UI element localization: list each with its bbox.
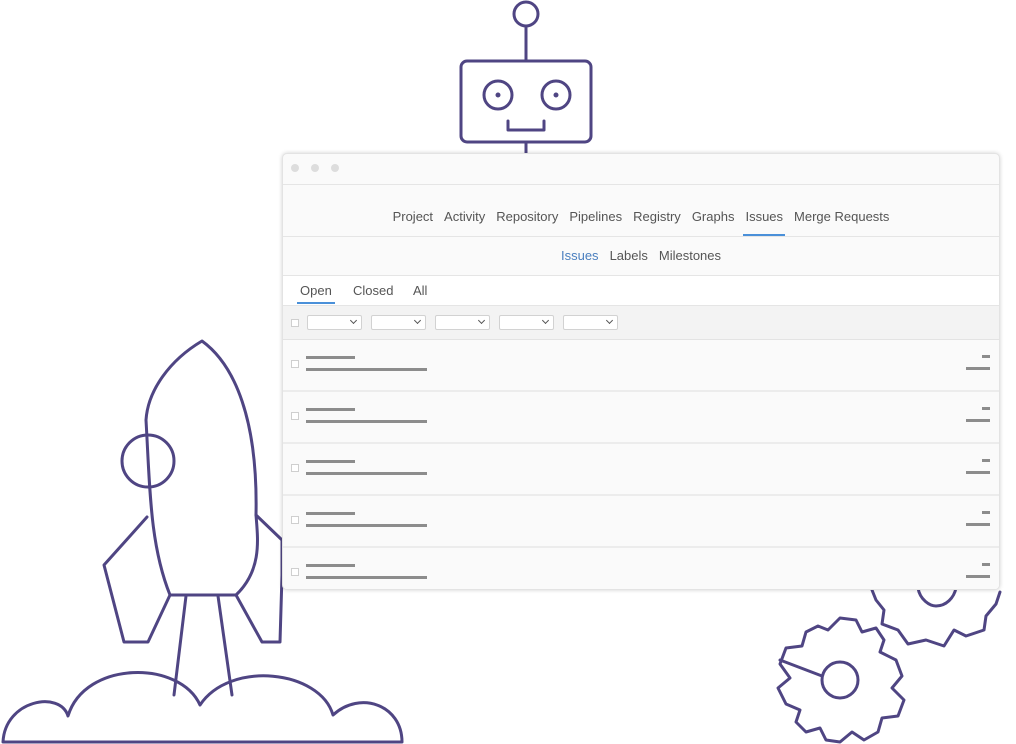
tab-closed[interactable]: Closed (350, 283, 396, 304)
issue-updated-placeholder (966, 419, 990, 422)
issue-updated-placeholder (966, 523, 990, 526)
issue-state-tabs: Open Closed All (283, 276, 999, 306)
nav-item-merge-requests[interactable]: Merge Requests (794, 210, 889, 236)
issue-meta-placeholder (306, 420, 427, 423)
chevron-down-icon (477, 316, 486, 325)
issue-updated-placeholder (966, 575, 990, 578)
window-close-dot[interactable] (291, 164, 299, 172)
chevron-down-icon (413, 316, 422, 325)
issue-count-placeholder (982, 355, 990, 358)
issue-updated-placeholder (966, 471, 990, 474)
issues-subnav: Issues Labels Milestones (283, 236, 999, 276)
issue-checkbox[interactable] (291, 412, 299, 420)
window-minimize-dot[interactable] (311, 164, 319, 172)
filter-dropdown-2[interactable] (371, 315, 426, 330)
window-titlebar (283, 154, 999, 184)
issue-row[interactable] (283, 496, 999, 548)
issue-title-placeholder (306, 408, 355, 411)
subnav-item-issues[interactable]: Issues (561, 248, 599, 263)
issue-title-placeholder (306, 564, 355, 567)
filter-dropdown-3[interactable] (435, 315, 490, 330)
select-all-checkbox[interactable] (291, 319, 299, 327)
issue-title-placeholder (306, 512, 355, 515)
issue-row[interactable] (283, 392, 999, 444)
issue-title-placeholder (306, 356, 355, 359)
chevron-down-icon (541, 316, 550, 325)
nav-item-repository[interactable]: Repository (496, 210, 558, 236)
subnav-item-labels[interactable]: Labels (610, 248, 648, 263)
issue-checkbox[interactable] (291, 568, 299, 576)
issue-meta-placeholder (306, 472, 427, 475)
chevron-down-icon (605, 316, 614, 325)
issue-count-placeholder (982, 407, 990, 410)
nav-item-pipelines[interactable]: Pipelines (569, 210, 622, 236)
issue-count-placeholder (982, 511, 990, 514)
filter-dropdown-1[interactable] (307, 315, 362, 330)
robot-illustration (459, 0, 593, 155)
issue-row[interactable] (283, 444, 999, 496)
nav-item-activity[interactable]: Activity (444, 210, 485, 236)
issue-list (283, 340, 999, 589)
tab-all[interactable]: All (410, 283, 430, 304)
issue-meta-placeholder (306, 368, 427, 371)
issue-row[interactable] (283, 340, 999, 392)
nav-item-project[interactable]: Project (393, 210, 433, 236)
issue-row[interactable] (283, 548, 999, 589)
issue-checkbox[interactable] (291, 516, 299, 524)
issue-updated-placeholder (966, 367, 990, 370)
chevron-down-icon (349, 316, 358, 325)
issue-count-placeholder (982, 459, 990, 462)
gears-illustration (776, 586, 1002, 744)
issue-meta-placeholder (306, 524, 427, 527)
nav-item-registry[interactable]: Registry (633, 210, 681, 236)
window-maximize-dot[interactable] (331, 164, 339, 172)
issue-checkbox[interactable] (291, 360, 299, 368)
tab-open[interactable]: Open (297, 283, 335, 304)
subnav-item-milestones[interactable]: Milestones (659, 248, 721, 263)
project-nav: Project Activity Repository Pipelines Re… (283, 184, 999, 237)
issue-count-placeholder (982, 563, 990, 566)
app-window: Project Activity Repository Pipelines Re… (282, 153, 1000, 590)
nav-item-graphs[interactable]: Graphs (692, 210, 735, 236)
issue-checkbox[interactable] (291, 464, 299, 472)
filter-dropdown-4[interactable] (499, 315, 554, 330)
filter-dropdown-5[interactable] (563, 315, 618, 330)
nav-item-issues[interactable]: Issues (743, 210, 785, 236)
issue-meta-placeholder (306, 576, 427, 579)
issue-title-placeholder (306, 460, 355, 463)
